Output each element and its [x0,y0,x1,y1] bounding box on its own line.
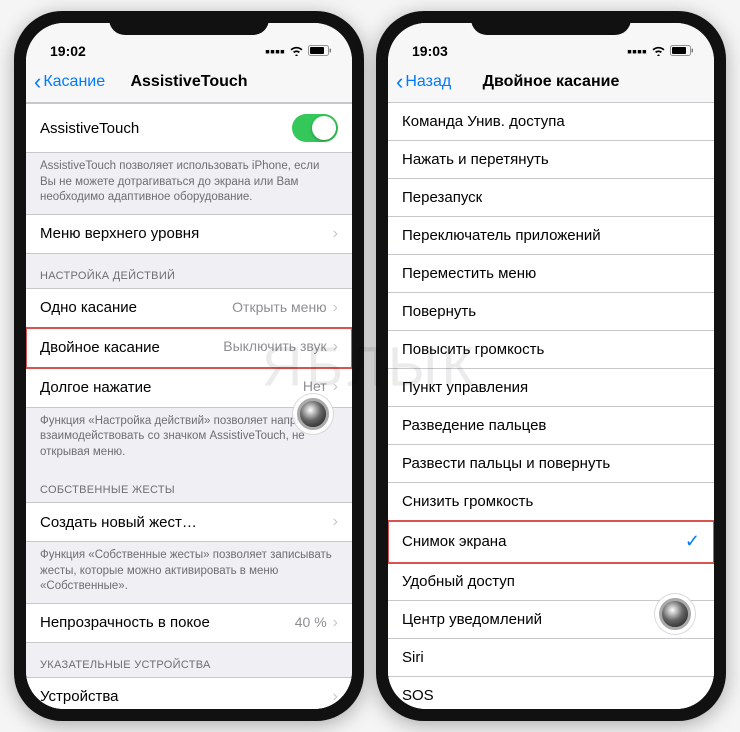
option-row[interactable]: Перезапуск [388,179,714,217]
back-button[interactable]: ‹ Назад [388,69,451,95]
assistivetouch-floating-button[interactable] [654,593,696,635]
chevron-right-icon: › [333,378,338,395]
notch [109,11,269,35]
option-label: Нажать и перетянуть [402,151,549,168]
option-row[interactable]: Развести пальцы и повернуть [388,445,714,483]
option-label: Пункт управления [402,379,528,396]
chevron-right-icon: › [333,299,338,316]
option-label: Разведение пальцев [402,417,546,434]
status-icons: ▪▪▪▪ [627,43,694,59]
option-row[interactable]: Повысить громкость [388,331,714,369]
gestures-header: СОБСТВЕННЫЕ ЖЕСТЫ [26,468,352,502]
opacity-row[interactable]: Непрозрачность в покое 40 % › [26,603,352,643]
option-label: Центр уведомлений [402,611,542,628]
option-label: Переместить меню [402,265,536,282]
assistivetouch-floating-button[interactable] [292,393,334,435]
row-value: Нет [303,378,327,394]
chevron-left-icon: ‹ [34,69,41,95]
screen-right: 19:03 ▪▪▪▪ ‹ Назад Двойное касание Коман… [388,23,714,709]
option-label: Развести пальцы и повернуть [402,455,610,472]
option-row[interactable]: Переключатель приложений [388,217,714,255]
chevron-right-icon: › [333,513,338,531]
checkmark-icon: ✓ [685,531,700,552]
devices-row[interactable]: Устройства › [26,677,352,709]
chevron-right-icon: › [333,225,338,243]
chevron-right-icon: › [333,338,338,355]
new-gesture-row[interactable]: Создать новый жест… › [26,502,352,542]
notch [471,11,631,35]
status-time: 19:03 [412,43,448,59]
row-label: Долгое нажатие [40,379,151,396]
status-icons: ▪▪▪▪ [265,43,332,59]
option-row[interactable]: Разведение пальцев [388,407,714,445]
row-label: Непрозрачность в покое [40,614,210,631]
option-label: Переключатель приложений [402,227,601,244]
toggle-on-icon[interactable] [292,114,338,142]
wifi-icon [289,43,304,59]
option-label: Повысить громкость [402,341,544,358]
option-row[interactable]: Siri [388,639,714,677]
row-label: Устройства [40,688,118,705]
option-label: Команда Унив. доступа [402,113,565,130]
top-menu-row[interactable]: Меню верхнего уровня › [26,214,352,254]
option-label: Удобный доступ [402,573,515,590]
wifi-icon [651,43,666,59]
row-label: Двойное касание [40,339,160,356]
option-label: Снизить громкость [402,493,533,510]
option-label: SOS [402,687,434,704]
actions-header: НАСТРОЙКА ДЕЙСТВИЙ [26,254,352,288]
option-row[interactable]: Снизить громкость [388,483,714,521]
chevron-left-icon: ‹ [396,69,403,95]
option-row[interactable]: Снимок экрана ✓ [388,521,714,563]
option-row[interactable]: Команда Унив. доступа [388,103,714,141]
row-value: Открыть меню [232,299,327,315]
option-label: Siri [402,649,424,666]
gestures-footer: Функция «Собственные жесты» позволяет за… [26,542,352,603]
status-time: 19:02 [50,43,86,59]
navbar: ‹ Назад Двойное касание [388,61,714,103]
double-tap-row[interactable]: Двойное касание Выключить звук › [26,328,352,368]
row-label: Одно касание [40,299,137,316]
row-value: Выключить звук [223,338,326,354]
page-title: Двойное касание [483,73,620,91]
option-row[interactable]: Нажать и перетянуть [388,141,714,179]
back-label: Назад [405,73,451,91]
screen-left: 19:02 ▪▪▪▪ ‹ Касание AssistiveTouch Assi… [26,23,352,709]
battery-icon [670,43,694,59]
option-row[interactable]: Переместить меню [388,255,714,293]
option-row[interactable]: SOS [388,677,714,709]
devices-header: УКАЗАТЕЛЬНЫЕ УСТРОЙСТВА [26,643,352,677]
battery-icon [308,43,332,59]
assistive-footer: AssistiveTouch позволяет использовать iP… [26,153,352,214]
option-label: Перезапуск [402,189,482,206]
option-label: Снимок экрана [402,533,506,550]
assistivetouch-toggle-row[interactable]: AssistiveTouch [26,103,352,153]
option-label: Повернуть [402,303,476,320]
phone-right: 19:03 ▪▪▪▪ ‹ Назад Двойное касание Коман… [376,11,726,721]
phone-left: 19:02 ▪▪▪▪ ‹ Касание AssistiveTouch Assi… [14,11,364,721]
option-row[interactable]: Пункт управления [388,369,714,407]
row-value: 40 % [295,614,327,630]
back-button[interactable]: ‹ Касание [26,69,105,95]
page-title: AssistiveTouch [130,73,247,91]
single-tap-row[interactable]: Одно касание Открыть меню › [26,288,352,328]
signal-icon: ▪▪▪▪ [627,43,647,59]
row-label: Меню верхнего уровня [40,225,199,242]
row-label: Создать новый жест… [40,514,197,531]
back-label: Касание [43,73,105,91]
chevron-right-icon: › [333,688,338,706]
row-label: AssistiveTouch [40,120,139,137]
chevron-right-icon: › [333,614,338,631]
option-row[interactable]: Повернуть [388,293,714,331]
signal-icon: ▪▪▪▪ [265,43,285,59]
navbar: ‹ Касание AssistiveTouch [26,61,352,103]
